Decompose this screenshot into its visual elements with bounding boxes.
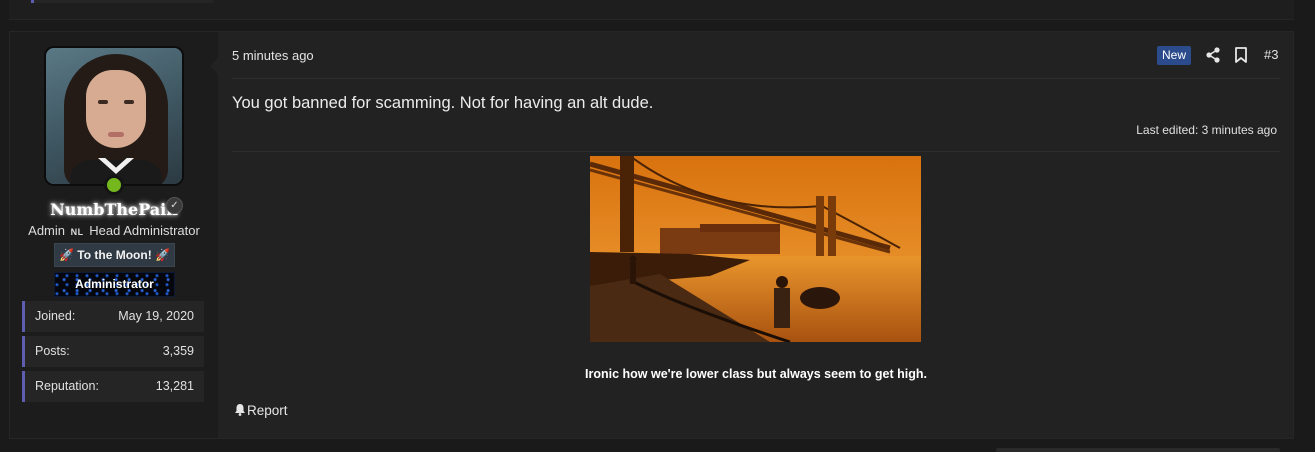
last-edited[interactable]: Last edited: 3 minutes ago (1136, 123, 1277, 137)
user-sidebar: NumbThePain ✓ Admin NL Head Administrato… (10, 32, 218, 438)
user-title: Admin NL Head Administrator (10, 223, 218, 238)
online-status-indicator (104, 175, 124, 195)
user-title-suffix: Head Administrator (89, 223, 200, 238)
banner-administrator: Administrator (54, 272, 175, 297)
forum-post: NumbThePain ✓ Admin NL Head Administrato… (9, 31, 1294, 439)
stat-posts: Posts: 3,359 (22, 336, 204, 367)
stat-value[interactable]: 3,359 (163, 344, 194, 358)
bell-icon (235, 404, 245, 416)
post-timestamp[interactable]: 5 minutes ago (232, 48, 314, 63)
stat-value: 13,281 (155, 379, 194, 393)
stat-joined: Joined: May 19, 2020 (22, 301, 204, 332)
post-message: You got banned for scamming. Not for hav… (232, 94, 654, 112)
previous-post-stat (31, 0, 213, 3)
share-icon[interactable] (1205, 47, 1221, 63)
avatar-lips (108, 132, 124, 137)
username[interactable]: NumbThePain (10, 200, 218, 219)
report-button[interactable]: Report (234, 403, 288, 418)
signature-image (590, 156, 921, 342)
bookmark-icon[interactable] (1234, 47, 1248, 63)
stat-label: Posts: (35, 344, 70, 358)
divider (232, 78, 1280, 79)
banner-to-the-moon: 🚀 To the Moon! 🚀 (54, 243, 175, 267)
avatar-eye-left (98, 100, 108, 104)
stat-value: May 19, 2020 (118, 309, 194, 323)
signature-divider (232, 151, 1280, 152)
stat-reputation: Reputation: 13,281 (22, 371, 204, 402)
post-arrow (210, 58, 218, 74)
user-title-flag: NL (70, 227, 84, 237)
signature-text: Ironic how we're lower class but always … (585, 367, 927, 381)
user-title-prefix: Admin (28, 223, 66, 238)
previous-post (9, 0, 1294, 20)
report-label: Report (247, 403, 288, 418)
stat-label: Joined: (35, 309, 76, 323)
bottom-scrollbar[interactable] (996, 448, 1280, 452)
post-number-link[interactable]: #3 (1264, 47, 1278, 62)
new-badge: New (1157, 46, 1192, 65)
avatar[interactable] (44, 46, 184, 186)
stat-label: Reputation: (35, 379, 99, 393)
avatar-eye-right (124, 100, 134, 104)
verified-icon: ✓ (166, 197, 183, 214)
